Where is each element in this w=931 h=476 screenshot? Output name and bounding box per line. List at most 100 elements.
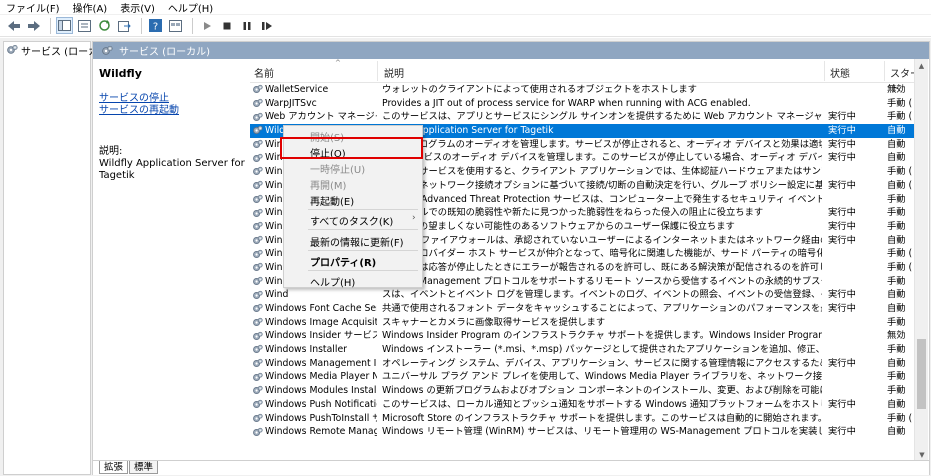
- service-gear-icon: [252, 194, 263, 205]
- table-row[interactable]: Windows Management Instr... オペレーティング システム…: [250, 357, 927, 371]
- service-status: 実行中: [828, 398, 856, 410]
- forward-arrow-icon[interactable]: [25, 17, 42, 34]
- service-description: は、WS-Management プロトコルをサポートするリモート ソースから受信…: [382, 275, 822, 287]
- console-tree: サービス (ローカル): [3, 41, 112, 475]
- toolbar: ?: [0, 15, 931, 37]
- service-description: 生体認証サービスを使用すると、クライアント アプリケーションでは、生体認証ハード…: [382, 166, 822, 178]
- service-gear-icon: [252, 166, 263, 177]
- menu-file[interactable]: ファイル(F): [6, 0, 60, 15]
- service-gear-icon: [252, 317, 263, 328]
- service-gear-icon: [252, 262, 263, 273]
- selected-service-name: Wildfly: [99, 67, 142, 80]
- service-status: 実行中: [828, 179, 856, 191]
- service-status: 実行中: [828, 152, 856, 164]
- menu-item-properties[interactable]: プロパティ(R): [310, 254, 376, 269]
- service-name-cell: Windows Insider サービス: [252, 329, 377, 343]
- column-header-description[interactable]: 説明: [384, 65, 404, 80]
- table-row[interactable]: Windows Insider サービス Windows Insider Prog…: [250, 329, 927, 343]
- column-header-name[interactable]: 名前: [254, 65, 274, 80]
- menu-item-all-tasks[interactable]: すべてのタスク(K): [310, 213, 393, 228]
- table-row[interactable]: WarpJITSvc Provides a JIT out of process …: [250, 97, 927, 111]
- service-description: 動作または応答が停止したときにエラーが報告されるのを許可し、既にある解決策が配信…: [382, 261, 822, 273]
- restart-icon[interactable]: [258, 17, 275, 34]
- submenu-arrow-icon: ›: [412, 213, 416, 223]
- tab-standard[interactable]: 標準: [129, 461, 159, 474]
- service-name-cell: Wind: [252, 288, 377, 302]
- tree-item-services-local[interactable]: サービス (ローカル): [4, 42, 112, 58]
- view-icon[interactable]: [167, 17, 184, 34]
- service-gear-icon: [252, 180, 263, 191]
- menu-separator: [308, 250, 418, 251]
- play-icon[interactable]: [198, 17, 215, 34]
- console-tree-icon[interactable]: [56, 17, 73, 34]
- service-name: Windows Remote Managem...: [265, 426, 377, 438]
- menu-item-restart[interactable]: 再起動(E): [310, 193, 354, 208]
- scroll-thumb[interactable]: [917, 339, 926, 409]
- service-description: ースのプログラムのオーディオを管理します。サービスが停止されると、オーディオ デ…: [382, 138, 822, 150]
- description-label: 説明:: [99, 146, 123, 157]
- table-row[interactable]: Windows PushToInstall サービス Microsoft Stor…: [250, 412, 927, 426]
- service-gear-icon: [252, 372, 263, 383]
- restart-service-link[interactable]: サービスの再起動: [99, 105, 248, 117]
- column-header-status[interactable]: 状態: [830, 65, 850, 80]
- service-description: Wildfly Application Server for Tagetik: [382, 125, 554, 137]
- table-row[interactable]: Windows Font Cache Service 共通で使用されるフォント デ…: [250, 302, 927, 316]
- service-name-cell: Windows Installer: [252, 343, 377, 357]
- service-description: ウォレットのクライアントによって使用されるオブジェクトをホストします: [382, 84, 697, 95]
- export-icon[interactable]: [116, 17, 133, 34]
- pause-icon[interactable]: [238, 17, 255, 34]
- service-description: このサービスは、ローカル通知とプッシュ通知をサポートする Windows 通知プ…: [382, 398, 822, 410]
- tab-extended[interactable]: 拡張: [99, 461, 129, 474]
- service-description: Windows の更新プログラムおよびオプション コンポーネントのインストール、…: [382, 385, 822, 397]
- service-description: Provides a JIT out of process service fo…: [382, 97, 751, 109]
- service-description: Microsoft Store のインフラストラクチャ サポートを提供します。こ…: [382, 412, 822, 424]
- column-divider[interactable]: [377, 61, 378, 81]
- menu-item-resume[interactable]: 再開(M): [310, 177, 346, 192]
- vertical-scrollbar[interactable]: ▲ ▼: [914, 59, 928, 461]
- menu-item-help[interactable]: ヘルプ(H): [310, 274, 355, 289]
- services-pane: サービス (ローカル) Wildfly サービスの停止 サービスの再起動 説明:…: [92, 41, 930, 475]
- table-row[interactable]: Web アカウント マネージャーこのサービスは、アプリとサービスにシングル サイ…: [250, 110, 927, 124]
- service-description: このサービスは、アプリとサービスにシングル サインオンを提供するために Web …: [382, 111, 822, 123]
- service-name-cell: Windows Media Player Netw...: [252, 370, 377, 384]
- table-row[interactable]: Windows Media Player Netw... ユニバーサル プラグ ア…: [250, 370, 927, 384]
- pane-header: サービス (ローカル): [93, 42, 929, 59]
- service-gear-icon: [252, 303, 263, 314]
- service-name: Wind: [265, 289, 289, 301]
- service-description: ユニバーサル プラグ アンド プレイを使用して、Windows Media Pl…: [382, 371, 822, 383]
- service-description: udio サービスのオーディオ デバイスを管理します。このサービスが停止している…: [382, 152, 822, 164]
- stop-service-link[interactable]: サービスの停止: [99, 93, 248, 105]
- menu-action[interactable]: 操作(A): [73, 0, 108, 15]
- menu-item-pause[interactable]: 一時停止(U): [310, 161, 365, 176]
- table-row[interactable]: Windows Installer Windows インストーラー (*.msi、…: [250, 343, 927, 357]
- refresh-icon[interactable]: [96, 17, 113, 34]
- service-gear-icon: [252, 399, 263, 410]
- service-description: Windows Insider Program のインフラストラクチャ サポート…: [382, 330, 822, 342]
- service-name: Windows Push Notifications...: [265, 398, 377, 410]
- help-icon[interactable]: ?: [147, 17, 164, 34]
- menu-help[interactable]: ヘルプ(H): [168, 0, 213, 15]
- service-gear-icon: [252, 139, 263, 150]
- service-name: Windows Modules Installer: [265, 385, 377, 397]
- menu-item-refresh[interactable]: 最新の情報に更新(F): [310, 234, 404, 249]
- service-gear-icon: [252, 344, 263, 355]
- service-name: Windows Font Cache Service: [265, 303, 377, 314]
- table-row[interactable]: Windows Push Notifications... このサービスは、ローカ…: [250, 398, 927, 412]
- scroll-up-icon[interactable]: ▲: [915, 59, 928, 72]
- service-description: efender Advanced Threat Protection サービスは…: [382, 193, 822, 205]
- menu-view[interactable]: 表示(V): [120, 0, 155, 15]
- table-row[interactable]: Windows Image Acquisition ... スキャナーとカメラに画…: [250, 316, 927, 330]
- column-divider[interactable]: [824, 61, 825, 81]
- table-row[interactable]: WalletService ウォレットのクライアントによって使用されるオブジェクト…: [250, 83, 927, 97]
- service-description: 用可能なネットワーク接続オプションに基づいて接続/切断の自動決定を行い、グループ…: [382, 179, 822, 191]
- menu-separator: [308, 270, 418, 271]
- table-row[interactable]: Wind スは、イベントとイベント ログを管理します。イベントのログ、イベントの照…: [250, 288, 927, 302]
- stop-icon[interactable]: [218, 17, 235, 34]
- properties-icon[interactable]: [76, 17, 93, 34]
- table-row[interactable]: Windows Remote Managem... Windows リモート管理 …: [250, 425, 927, 439]
- back-arrow-icon[interactable]: [5, 17, 22, 34]
- column-divider[interactable]: [884, 61, 885, 81]
- service-name-cell: WarpJITSvc: [252, 97, 377, 111]
- service-description: どその他の望ましくない可能性のあるソフトウェアからのユーザー保護に役立ちます: [382, 220, 735, 232]
- table-row[interactable]: Windows Modules Installer Windows の更新プログラ…: [250, 384, 927, 398]
